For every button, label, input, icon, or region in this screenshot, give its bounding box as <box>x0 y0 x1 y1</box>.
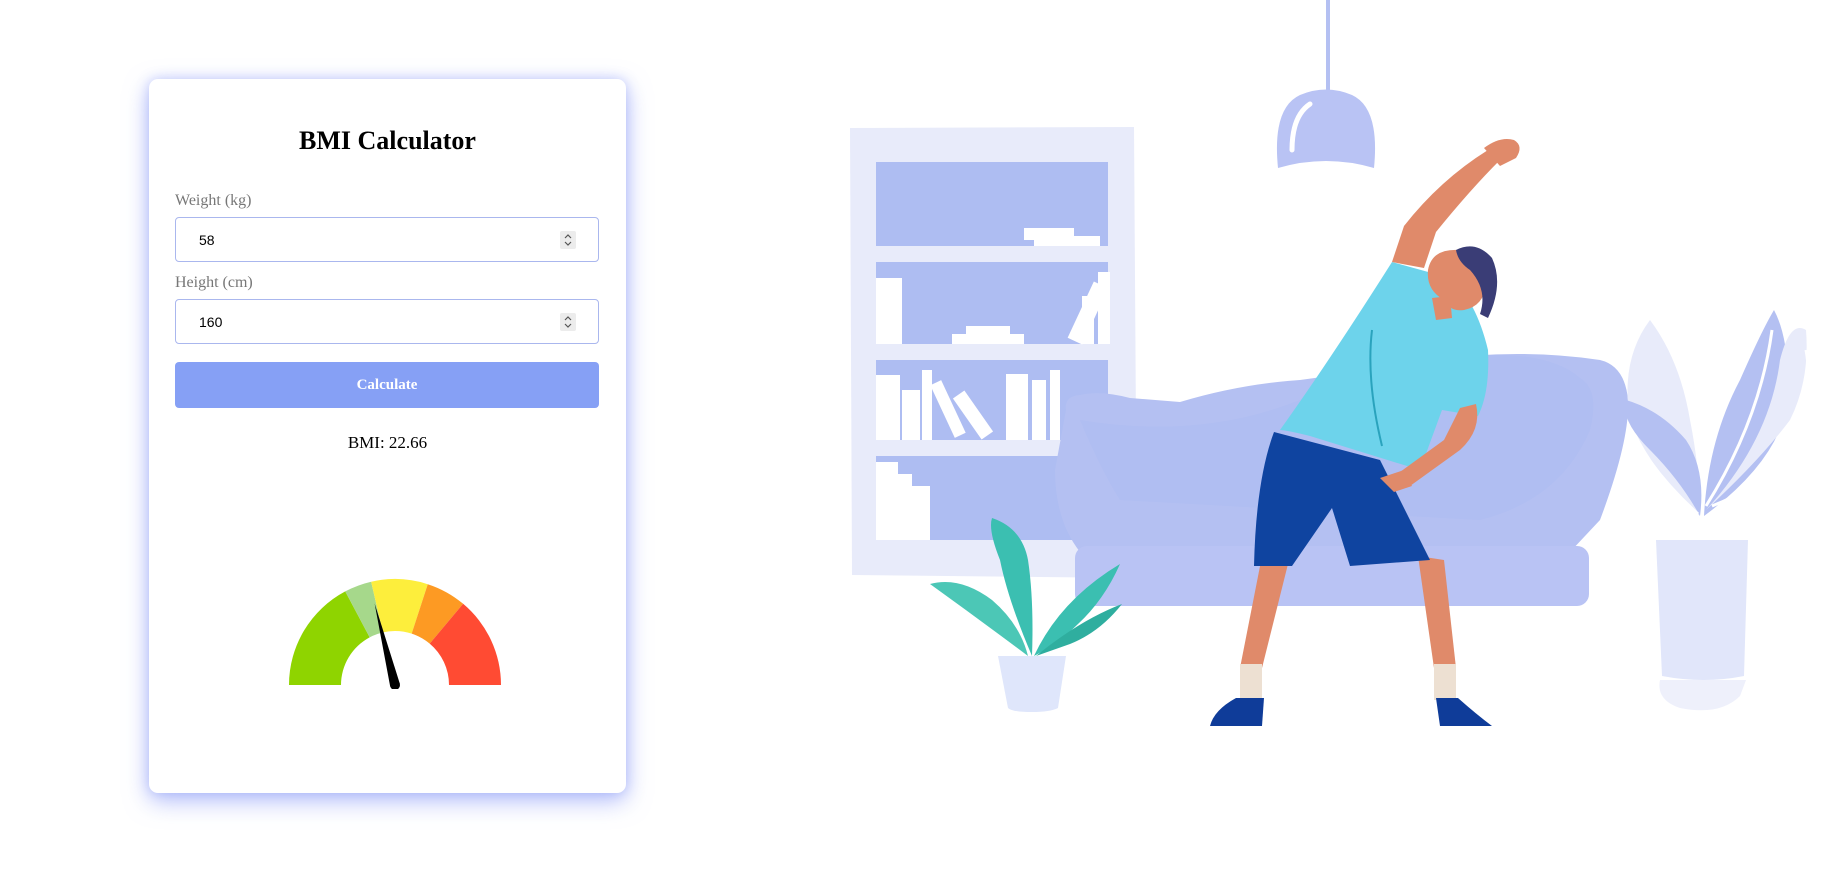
stepper-arrows-icon <box>564 316 572 328</box>
weight-value: 58 <box>199 232 215 248</box>
ceiling-lamp-icon <box>1276 0 1376 168</box>
weight-stepper[interactable] <box>560 231 576 249</box>
vase-plant-icon <box>1625 310 1810 711</box>
calculate-button[interactable]: Calculate <box>175 362 599 408</box>
weight-label: Weight (kg) <box>175 192 252 209</box>
bmi-calculator-card: BMI Calculator Weight (kg) 58 Height (cm… <box>149 79 626 793</box>
bmi-gauge <box>289 579 501 689</box>
exercise-illustration <box>850 0 1810 726</box>
height-label: Height (cm) <box>175 274 253 291</box>
stepper-arrows-icon <box>564 234 572 246</box>
height-input[interactable]: 160 <box>175 299 599 344</box>
page: BMI Calculator Weight (kg) 58 Height (cm… <box>0 0 1838 871</box>
bmi-result: BMI: 22.66 <box>347 433 428 452</box>
height-stepper[interactable] <box>560 313 576 331</box>
page-title: BMI Calculator <box>299 126 476 155</box>
weight-input[interactable]: 58 <box>175 217 599 262</box>
height-value: 160 <box>199 314 223 330</box>
